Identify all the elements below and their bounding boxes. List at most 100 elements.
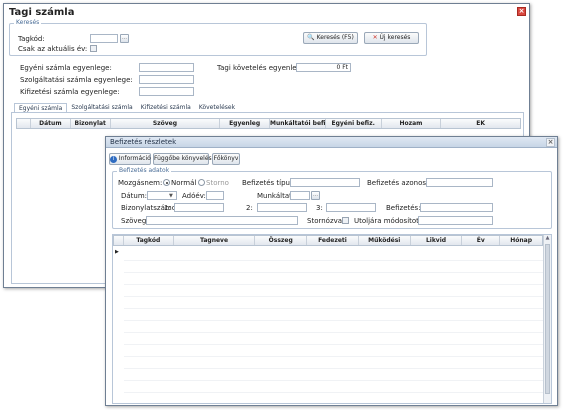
table-cell [256, 333, 308, 344]
search-f5-button[interactable]: 🔍 Keresés (F5) [303, 32, 358, 44]
column-header[interactable]: Hozam [382, 119, 442, 128]
storno-label: Stornózva: [307, 217, 345, 225]
table-row[interactable] [124, 381, 543, 393]
column-header[interactable]: Év [462, 236, 501, 245]
table-cell [412, 261, 464, 272]
member-id-input[interactable] [90, 34, 118, 43]
cancel-icon: ✕ [372, 34, 378, 41]
column-header[interactable]: Egyenleg [220, 119, 270, 128]
table-row[interactable] [124, 261, 543, 273]
column-header[interactable]: Fedezeti [307, 236, 359, 245]
column-header[interactable]: Likvid [411, 236, 463, 245]
column-header[interactable]: Dátum [31, 119, 71, 128]
table-cell [464, 309, 502, 320]
table-cell [174, 381, 256, 392]
scroll-up-icon[interactable]: ▲ [544, 235, 551, 242]
table-cell [502, 333, 543, 344]
column-header[interactable]: Tagneve [174, 236, 256, 245]
window-title: Tagi számla [9, 7, 75, 18]
column-header[interactable]: Hónap [500, 236, 542, 245]
table-cell [256, 369, 308, 380]
new-search-button[interactable]: ✕ Új keresés [364, 32, 419, 44]
table-cell [174, 261, 256, 272]
table-row[interactable] [124, 345, 543, 357]
table-cell [412, 321, 464, 332]
table-cell [360, 321, 412, 332]
column-header[interactable]: Működési [359, 236, 411, 245]
table-cell [308, 309, 360, 320]
scrollbar-thumb[interactable] [545, 244, 550, 394]
column-header[interactable]: Tagkód [124, 236, 174, 245]
table-cell [360, 381, 412, 392]
table-cell [360, 261, 412, 272]
only-current-year-checkbox[interactable] [90, 45, 97, 52]
voucher-3-field[interactable] [326, 203, 376, 212]
voucher-3-label: 3: [316, 204, 323, 212]
table-cell [256, 381, 308, 392]
column-header[interactable]: Bizonylat [71, 119, 111, 128]
table-cell [464, 261, 502, 272]
table-cell [256, 261, 308, 272]
table-cell [308, 273, 360, 284]
voucher-2-field[interactable] [257, 203, 307, 212]
payment-type-field[interactable] [290, 178, 360, 187]
storno-checkbox[interactable] [342, 217, 349, 224]
search-legend: Keresés [14, 19, 42, 26]
table-cell [464, 345, 502, 356]
voucher-1-field[interactable] [174, 203, 224, 212]
table-cell [412, 345, 464, 356]
table-cell [124, 357, 174, 368]
table-cell [308, 357, 360, 368]
column-header[interactable]: Összeg [255, 236, 308, 245]
storno-radio[interactable] [198, 179, 205, 186]
member-id-label: Tagkód: [18, 35, 45, 43]
member-claims-label: Tagi követelés egyenlege: [217, 64, 308, 72]
table-cell [308, 381, 360, 392]
table-row[interactable] [124, 369, 543, 381]
table-row[interactable] [124, 249, 543, 261]
normal-radio[interactable] [163, 179, 170, 186]
table-cell [174, 345, 256, 356]
table-row[interactable] [124, 321, 543, 333]
service-balance-label: Szolgáltatási számla egyenlege: [20, 76, 133, 84]
table-row[interactable] [124, 357, 543, 369]
column-header[interactable]: EK [441, 119, 520, 128]
table-cell [412, 381, 464, 392]
table-cell [174, 321, 256, 332]
close-icon[interactable]: × [517, 7, 526, 16]
vertical-scrollbar[interactable]: ▲ [543, 235, 551, 403]
info-icon: i [110, 156, 117, 163]
detail-grid-header: Tagkód Tagneve Összeg Fedezeti Működési … [113, 235, 543, 246]
table-row[interactable] [124, 273, 543, 285]
table-cell [502, 309, 543, 320]
table-row[interactable] [124, 309, 543, 321]
text-field[interactable] [146, 216, 298, 225]
employer-field[interactable] [290, 191, 310, 200]
general-ledger-button[interactable]: Főkönyv [212, 153, 240, 165]
text-label: Szöveg: [121, 217, 149, 225]
table-cell [464, 357, 502, 368]
table-cell [256, 357, 308, 368]
payment-id-field[interactable] [426, 178, 493, 187]
table-row[interactable] [124, 285, 543, 297]
payment-field[interactable] [420, 203, 493, 212]
member-lookup-button[interactable]: … [120, 34, 129, 43]
information-button[interactable]: i Információ [109, 153, 151, 165]
detail-grid-rows [124, 249, 543, 393]
employer-lookup-button[interactable]: … [311, 191, 320, 200]
column-header[interactable]: Szöveg [111, 119, 221, 128]
tax-year-field[interactable] [206, 191, 224, 200]
table-cell [174, 333, 256, 344]
post-pending-button[interactable]: Függőbe könyvelés [153, 153, 212, 165]
table-row[interactable] [124, 297, 543, 309]
close-icon[interactable]: × [546, 138, 555, 147]
table-cell [464, 333, 502, 344]
chevron-down-icon[interactable]: ▼ [169, 192, 173, 200]
detail-window-title: Befizetés részletek [110, 138, 177, 146]
last-modified-field [418, 216, 493, 225]
table-cell [412, 285, 464, 296]
table-row[interactable] [124, 333, 543, 345]
payment-label: Befizetés: [386, 204, 421, 212]
column-header[interactable]: Egyéni befiz. [326, 119, 382, 128]
column-header[interactable]: Munkáltatói befiz. [270, 119, 326, 128]
